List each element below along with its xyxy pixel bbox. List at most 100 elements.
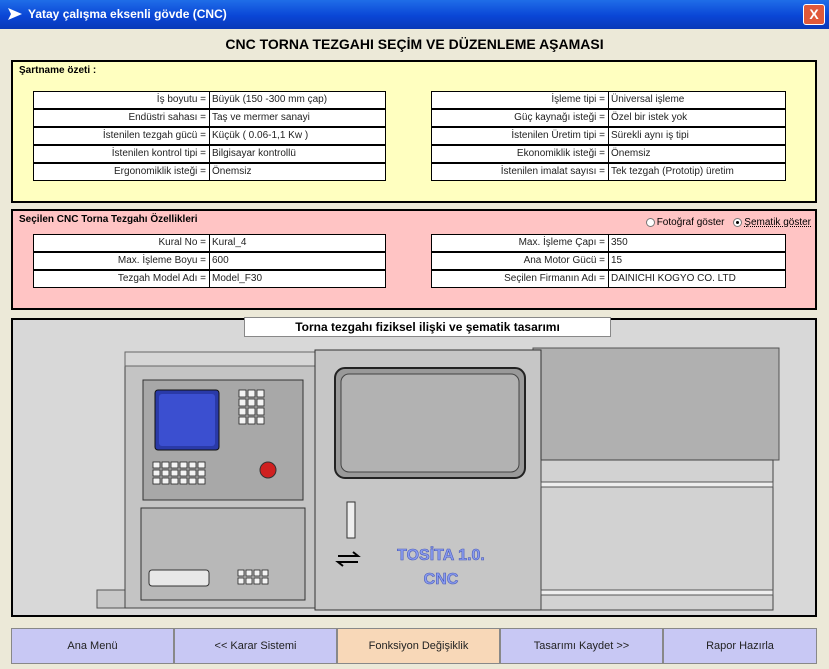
- selected-right-row: Max. İşleme Çapı = 350: [431, 234, 787, 252]
- selected-left-value: Model_F30: [209, 270, 386, 288]
- emergency-stop-button: [259, 461, 277, 479]
- nav-button-1[interactable]: Ana Menü: [11, 628, 174, 664]
- keypad-key: [253, 569, 261, 577]
- selected-right-row: Ana Motor Gücü = 15: [431, 252, 787, 270]
- keypad-key: [238, 398, 247, 407]
- page-title: CNC TORNA TEZGAHI SEÇİM VE DÜZENLEME AŞA…: [225, 36, 604, 52]
- spec-right-value: Önemsiz: [608, 145, 786, 163]
- keypad-key: [179, 469, 188, 477]
- specification-summary-panel: Şartname özeti : İş boyutu = Büyük (150 -…: [11, 60, 817, 203]
- spec-left-label: İş boyutu =: [33, 91, 210, 109]
- keypad-key: [170, 469, 179, 477]
- spec-right-label: İstenilen Üretim tipi =: [431, 127, 609, 145]
- brand-label-line1: TOSİTA 1.0.: [397, 546, 485, 564]
- selected-left-row: Kural No = Kural_4: [33, 234, 387, 252]
- spec-panel-title: Şartname özeti :: [19, 65, 97, 76]
- keypad-key: [261, 577, 269, 585]
- spec-right-row: İstenilen imalat sayısı = Tek tezgah (Pro…: [431, 163, 787, 181]
- nav-button-5[interactable]: Rapor Hazırla: [663, 628, 817, 664]
- selected-left-row: Max. İşleme Boyu = 600: [33, 252, 387, 270]
- keypad-key: [256, 407, 265, 416]
- keypad-key: [256, 389, 265, 398]
- tailstock-rail-top: [540, 481, 774, 488]
- title-bar[interactable]: Yatay çalışma eksenli gövde (CNC) X: [0, 0, 829, 29]
- keypad-key: [197, 477, 206, 485]
- selected-left-label: Tezgah Model Adı =: [33, 270, 210, 288]
- spec-right-label: İstenilen imalat sayısı =: [431, 163, 609, 181]
- schema-radio[interactable]: [733, 218, 743, 227]
- view-mode-options: Fotoğraf göster Şematik göster: [640, 217, 811, 228]
- spec-right-label: Ekonomiklik isteği =: [431, 145, 609, 163]
- spec-right-value: Üniversal işleme: [608, 91, 786, 109]
- keypad-key: [237, 569, 245, 577]
- selected-right-label: Max. İşleme Çapı =: [431, 234, 609, 252]
- base-foot: [96, 589, 128, 609]
- keypad-key: [161, 469, 170, 477]
- keypad-key: [253, 577, 261, 585]
- lathe-schematic: TOSİTA 1.0. CNC: [96, 347, 780, 611]
- selected-left-label: Max. İşleme Boyu =: [33, 252, 210, 270]
- spec-right-label: Güç kaynağı isteği =: [431, 109, 609, 127]
- cabinet-top: [124, 351, 316, 367]
- keypad-key: [247, 389, 256, 398]
- keypad-key: [256, 416, 265, 425]
- spec-left-value: Önemsiz: [209, 163, 386, 181]
- keypad-key: [247, 416, 256, 425]
- keypad-key: [179, 477, 188, 485]
- nav-button-3[interactable]: Fonksiyon Değişiklik: [337, 628, 500, 664]
- window-title: Yatay çalışma eksenli gövde (CNC): [28, 7, 227, 21]
- keypad-key: [238, 407, 247, 416]
- navigation-bar: Ana Menü << Karar Sistemi Fonksiyon Değişi…: [11, 628, 817, 664]
- spec-left-value: Bilgisayar kontrollü: [209, 145, 386, 163]
- spec-left-label: Endüstri sahası =: [33, 109, 210, 127]
- spec-right-row: İşleme tipi = Üniversal işleme: [431, 91, 787, 109]
- spec-right-row: Güç kaynağı isteği = Özel bir istek yok: [431, 109, 787, 127]
- keypad-key: [237, 577, 245, 585]
- keypad-key: [161, 461, 170, 469]
- keypad-key: [238, 416, 247, 425]
- selected-left-label: Kural No =: [33, 234, 210, 252]
- spec-left-label: Ergonomiklik isteği =: [33, 163, 210, 181]
- schema-radio-label[interactable]: Şematik göster: [744, 217, 811, 228]
- spec-left-value: Küçük ( 0.06-1,1 Kw ): [209, 127, 386, 145]
- keypad-key: [197, 461, 206, 469]
- card-slot: [148, 569, 210, 587]
- nav-button-4[interactable]: Tasarımı Kaydet >>: [500, 628, 663, 664]
- keypad-key: [247, 407, 256, 416]
- spec-right-value: Tek tezgah (Prototip) üretim: [608, 163, 786, 181]
- selected-right-value: 15: [608, 252, 786, 270]
- keypad-key: [152, 469, 161, 477]
- nav-button-2[interactable]: << Karar Sistemi: [174, 628, 337, 664]
- selected-right-label: Seçilen Firmanın Adı =: [431, 270, 609, 288]
- spec-right-row: İstenilen Üretim tipi = Sürekli aynı iş t…: [431, 127, 787, 145]
- keypad-key: [170, 477, 179, 485]
- door-handle: [346, 501, 356, 539]
- photo-radio-label[interactable]: Fotoğraf göster: [657, 217, 725, 228]
- spec-left-row: İstenilen kontrol tipi = Bilgisayar kontr…: [33, 145, 387, 163]
- spec-left-label: İstenilen tezgah gücü =: [33, 127, 210, 145]
- selected-left-value: Kural_4: [209, 234, 386, 252]
- close-button[interactable]: X: [803, 4, 825, 25]
- rear-housing: [532, 347, 780, 461]
- spec-left-label: İstenilen kontrol tipi =: [33, 145, 210, 163]
- photo-radio[interactable]: [645, 218, 655, 227]
- schematic-drawing-panel: Torna tezgahı fiziksel ilişki ve şematik…: [11, 317, 817, 617]
- spec-left-row: Ergonomiklik isteği = Önemsiz: [33, 163, 387, 181]
- selected-right-label: Ana Motor Gücü =: [431, 252, 609, 270]
- spec-right-value: Özel bir istek yok: [608, 109, 786, 127]
- selected-left-value: 600: [209, 252, 386, 270]
- tailstock-rail-bottom: [540, 589, 774, 596]
- spec-left-row: İş boyutu = Büyük (150 -300 mm çap): [33, 91, 387, 109]
- keypad-key: [197, 469, 206, 477]
- application-window: Yatay çalışma eksenli gövde (CNC) X CNC …: [0, 0, 829, 669]
- spec-right-row: Ekonomiklik isteği = Önemsiz: [431, 145, 787, 163]
- spec-left-value: Büyük (150 -300 mm çap): [209, 91, 386, 109]
- brand-label-line2: CNC: [424, 571, 459, 588]
- keypad-key: [188, 461, 197, 469]
- selected-right-row: Seçilen Firmanın Adı = DAINICHI KOGYO CO.…: [431, 270, 787, 288]
- spec-left-row: İstenilen tezgah gücü = Küçük ( 0.06-1,1 …: [33, 127, 387, 145]
- keypad-key: [188, 477, 197, 485]
- keypad-key: [152, 461, 161, 469]
- selected-left-row: Tezgah Model Adı = Model_F30: [33, 270, 387, 288]
- arrow-icon: [8, 8, 22, 20]
